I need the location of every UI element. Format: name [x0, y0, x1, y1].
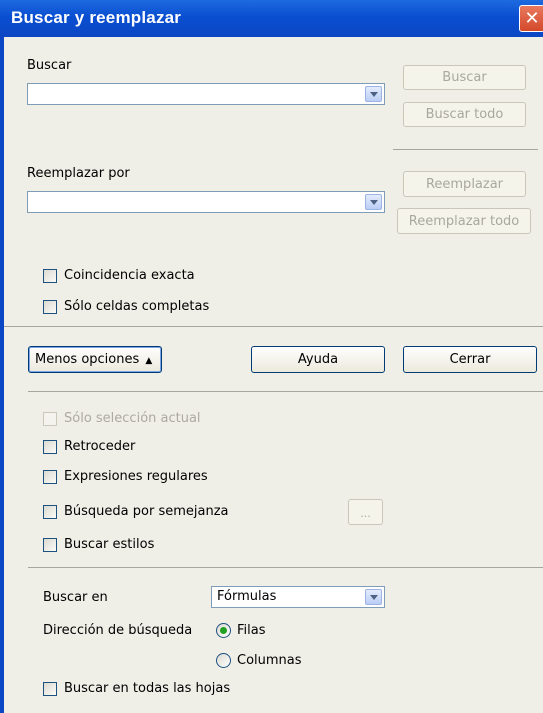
less-options-label: Menos opciones [35, 352, 140, 367]
columns-label: Columnas [237, 653, 302, 668]
separator [28, 391, 543, 392]
replace-combobox[interactable] [27, 191, 385, 213]
whole-cells-label: Sólo celdas completas [64, 299, 210, 314]
regex-checkbox[interactable] [43, 470, 57, 484]
separator [4, 326, 543, 327]
close-icon: ✕ [524, 8, 540, 29]
regex-label: Expresiones regulares [64, 469, 208, 484]
rows-label: Filas [237, 623, 266, 638]
window-title: Buscar y reemplazar [11, 8, 182, 27]
less-options-button[interactable]: Menos opciones ▲ [28, 346, 162, 373]
search-button[interactable]: Buscar [403, 65, 526, 90]
columns-radio[interactable] [216, 653, 231, 668]
replace-button[interactable]: Reemplazar [403, 171, 526, 197]
backwards-label: Retroceder [64, 439, 136, 454]
close-button[interactable]: Cerrar [403, 346, 537, 373]
replace-all-button[interactable]: Reemplazar todo [397, 208, 531, 234]
title-bar: Buscar y reemplazar ✕ [0, 0, 543, 37]
match-case-checkbox[interactable] [43, 269, 57, 283]
current-selection-checkbox[interactable] [43, 412, 57, 426]
close-window-button[interactable]: ✕ [519, 5, 543, 32]
find-replace-dialog: Buscar y reemplazar ✕ Buscar Buscar Busc… [0, 0, 543, 713]
rows-radio[interactable] [216, 623, 231, 638]
separator [393, 149, 538, 150]
search-in-value: Fórmulas [217, 589, 277, 604]
search-in-combobox[interactable]: Fórmulas [211, 586, 385, 608]
replace-label: Reemplazar por [27, 166, 130, 181]
search-label: Buscar [27, 58, 72, 73]
help-button[interactable]: Ayuda [251, 346, 385, 373]
separator [28, 567, 543, 568]
search-styles-label: Buscar estilos [64, 537, 155, 552]
all-sheets-checkbox[interactable] [43, 682, 57, 696]
backwards-checkbox[interactable] [43, 440, 57, 454]
search-in-label: Buscar en [43, 590, 108, 605]
window-left-border [0, 37, 4, 713]
similarity-settings-button[interactable]: ... [348, 499, 383, 525]
search-styles-checkbox[interactable] [43, 538, 57, 552]
chevron-down-icon[interactable] [365, 86, 382, 102]
similarity-checkbox[interactable] [43, 505, 57, 519]
search-all-button[interactable]: Buscar todo [403, 102, 526, 127]
current-selection-label: Sólo selección actual [64, 411, 201, 426]
similarity-label: Búsqueda por semejanza [64, 504, 229, 519]
all-sheets-label: Buscar en todas las hojas [64, 681, 231, 696]
direction-label: Dirección de búsqueda [43, 623, 193, 638]
match-case-label: Coincidencia exacta [64, 268, 195, 283]
chevron-down-icon[interactable] [365, 194, 382, 210]
chevron-down-icon[interactable] [365, 589, 382, 605]
whole-cells-checkbox[interactable] [43, 300, 57, 314]
up-arrows-icon: ▲ [145, 356, 153, 366]
search-combobox[interactable] [27, 83, 385, 105]
